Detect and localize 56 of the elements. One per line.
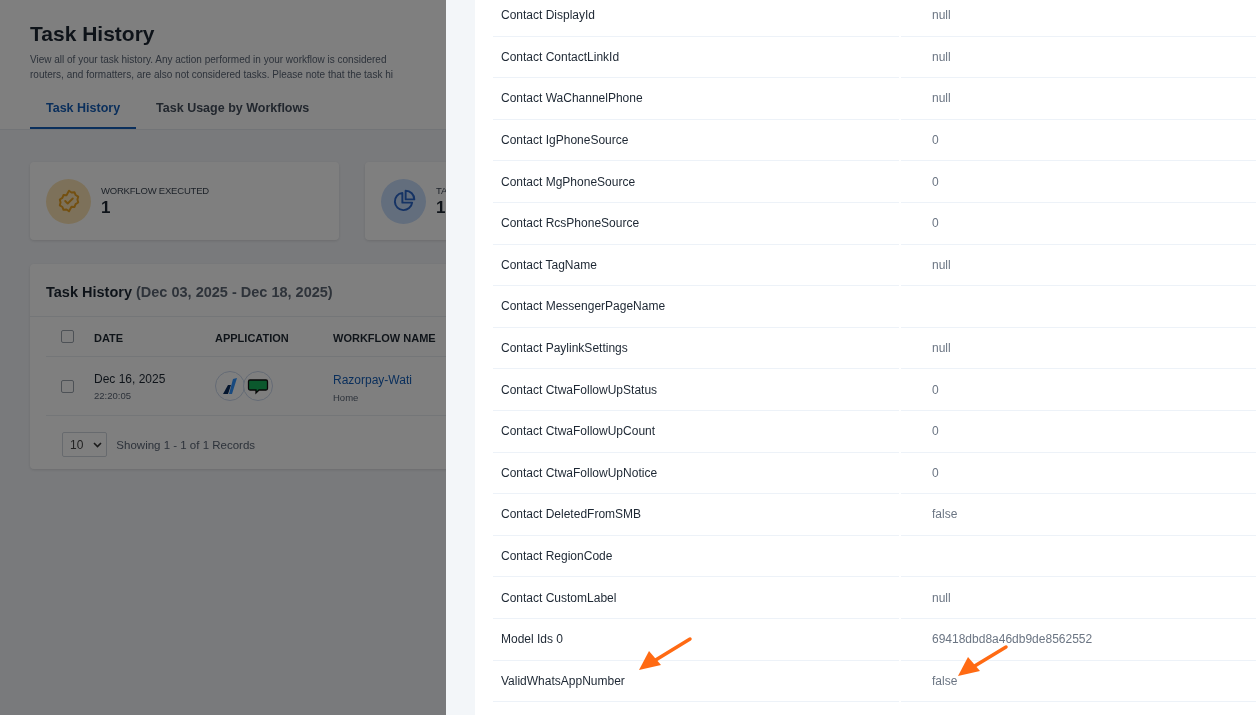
workflow-link[interactable]: Razorpay-Wati — [333, 372, 412, 387]
field-label: Contact DisplayId — [501, 8, 596, 23]
page-description: View all of your task history. Any action performed in your workflow is considered — [30, 53, 387, 67]
field-label: Contact WaChannelPhone — [501, 91, 643, 106]
field-value: 0 — [932, 424, 939, 439]
field-label: Contact PaylinkSettings — [501, 341, 628, 356]
field-value: null — [932, 91, 951, 106]
tab[interactable]: Task Usage by Workflows — [140, 90, 326, 129]
field-value: null — [932, 8, 951, 23]
field-value: null — [932, 257, 951, 272]
field-label: Contact ContactLinkId — [501, 49, 620, 64]
field-label: Contact TagName — [501, 257, 597, 272]
table-cell-text: Dec 16, 2025 — [94, 371, 167, 386]
field-label: Contact CtwaFollowUpCount — [501, 424, 656, 439]
field-label: Contact CustomLabel — [501, 590, 617, 605]
table-cell-text: Home — [333, 391, 360, 403]
field-value: 69418dbd8a46db9de8562552 — [932, 632, 1093, 647]
field-value: false — [932, 673, 958, 688]
stat-value: 1 — [101, 197, 112, 218]
records-summary: Showing 1 - 1 of 1 Records — [116, 438, 256, 451]
column-header: WORKFLOW NAME — [333, 331, 436, 344]
column-header: DATE — [94, 331, 124, 344]
field-label: Contact CtwaFollowUpNotice — [501, 465, 658, 480]
field-value: false — [932, 507, 958, 522]
page-size-select[interactable]: 10 — [62, 432, 108, 457]
tab[interactable]: Task History — [30, 90, 137, 129]
annotation-arrow — [639, 637, 692, 670]
field-value: 0 — [932, 382, 939, 397]
field-value: 0 — [932, 465, 939, 480]
field-label: Contact RcsPhoneSource — [501, 216, 640, 231]
field-label: Contact CtwaFollowUpStatus — [501, 382, 658, 397]
field-value: null — [932, 341, 951, 356]
field-label: Contact DeletedFromSMB — [501, 507, 642, 522]
chat-bubble-icon — [243, 371, 273, 401]
field-value: 0 — [932, 216, 939, 231]
field-label: ValidWhatsAppNumber — [501, 673, 625, 688]
page-description: routers, and formatters, are also not considered tasks. Please note that the task hi — [30, 68, 393, 82]
field-label: Contact IgPhoneSource — [501, 133, 629, 148]
field-label: Contact RegionCode — [501, 549, 613, 563]
field-value: null — [932, 590, 951, 605]
field-value: 0 — [932, 133, 939, 148]
field-value: 0 — [932, 174, 939, 189]
stat-label: WORKFLOW EXECUTED — [101, 184, 209, 196]
annotation-arrow — [958, 645, 1008, 676]
field-value: null — [932, 49, 951, 64]
checkbox[interactable] — [61, 379, 74, 393]
checkbox[interactable] — [61, 330, 74, 343]
column-header: APPLICATION — [215, 331, 289, 344]
page-title: Task History — [30, 22, 155, 46]
stat-value: 1 — [436, 197, 446, 218]
chevron-down-icon — [93, 441, 103, 448]
field-label: Model Ids 0 — [501, 632, 564, 647]
app-logo-icon — [215, 371, 245, 401]
field-label: Contact MgPhoneSource — [501, 174, 636, 189]
field-label: Contact MessengerPageName — [501, 299, 666, 314]
table-cell-text: 22:20:05 — [94, 389, 132, 401]
